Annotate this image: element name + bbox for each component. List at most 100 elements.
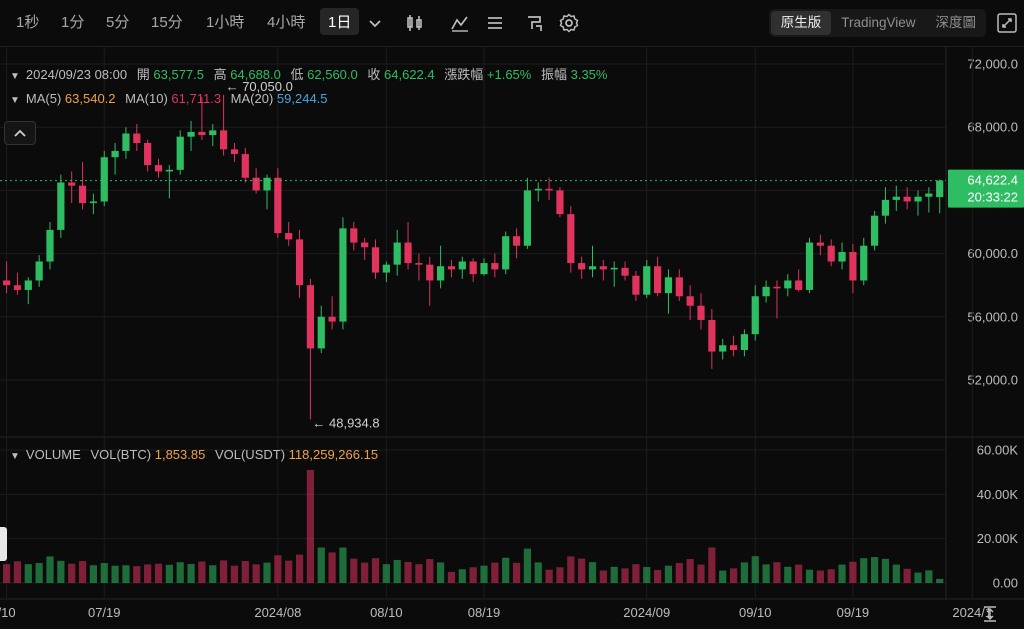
candle-body[interactable]: [729, 345, 738, 350]
candle-body[interactable]: [686, 296, 694, 306]
collapse-legend-button[interactable]: [4, 121, 36, 145]
candle-body[interactable]: [784, 280, 792, 289]
candle-body[interactable]: [697, 305, 705, 320]
candle-body[interactable]: [871, 215, 879, 246]
candle-body[interactable]: [350, 228, 358, 243]
candle-body[interactable]: [719, 345, 727, 352]
candle-body[interactable]: [35, 261, 43, 281]
candle-body[interactable]: [545, 188, 553, 191]
candle-body[interactable]: [382, 264, 390, 273]
candle-body[interactable]: [588, 266, 597, 270]
candle-body[interactable]: [849, 252, 857, 281]
candle-body[interactable]: [762, 286, 770, 297]
candle-body[interactable]: [675, 277, 683, 297]
candle-body[interactable]: [795, 280, 803, 290]
candle-body[interactable]: [198, 131, 206, 136]
candle-body[interactable]: [415, 263, 423, 265]
candle-body[interactable]: [230, 149, 239, 155]
candle-body[interactable]: [903, 196, 911, 202]
candle-body[interactable]: [881, 199, 890, 216]
candle-body[interactable]: [773, 286, 781, 289]
candle-body[interactable]: [13, 285, 22, 290]
candle-body[interactable]: [610, 267, 618, 270]
candle-body[interactable]: [567, 214, 575, 264]
candle-body[interactable]: [664, 277, 673, 294]
candle-body[interactable]: [371, 247, 380, 273]
candle-body[interactable]: [187, 131, 195, 137]
candle-body[interactable]: [480, 263, 488, 275]
chevron-down-icon[interactable]: ▼: [10, 451, 20, 462]
candle-body[interactable]: [263, 177, 271, 191]
candle-body[interactable]: [740, 334, 748, 350]
candle-body[interactable]: [925, 193, 933, 197]
candle-body[interactable]: [936, 180, 944, 198]
candle-body[interactable]: [241, 154, 249, 178]
volume-bar: [404, 561, 412, 583]
candle-body[interactable]: [838, 252, 846, 262]
candle-body[interactable]: [816, 242, 824, 246]
candle-body[interactable]: [89, 201, 97, 204]
candle-body[interactable]: [437, 266, 445, 281]
candle-body[interactable]: [393, 242, 401, 265]
candle-body[interactable]: [578, 263, 586, 270]
candle-body[interactable]: [100, 157, 108, 202]
candle-body[interactable]: [502, 236, 510, 270]
candle-body[interactable]: [426, 264, 434, 281]
candle-body[interactable]: [220, 130, 228, 150]
candle-body[interactable]: [469, 261, 477, 275]
vol-usdt-value: 118,259,266.15: [288, 447, 379, 462]
candle-body[interactable]: [306, 285, 314, 349]
candle-body[interactable]: [892, 196, 900, 200]
candle-body[interactable]: [57, 182, 65, 230]
candle-body[interactable]: [523, 190, 531, 246]
candle-body[interactable]: [111, 150, 119, 158]
chevron-down-icon[interactable]: ▼: [10, 71, 20, 82]
candle-body[interactable]: [165, 169, 173, 172]
candle-body[interactable]: [274, 177, 282, 234]
candle-body[interactable]: [46, 229, 54, 262]
volume-bar: [773, 562, 781, 583]
candle-body[interactable]: [361, 242, 369, 248]
candle-body[interactable]: [751, 296, 759, 335]
candle-body[interactable]: [599, 266, 607, 270]
candle-body[interactable]: [534, 188, 542, 191]
candle-body[interactable]: [122, 133, 130, 151]
candle-body[interactable]: [632, 275, 640, 295]
candle-body[interactable]: [654, 266, 662, 294]
candle-body[interactable]: [491, 263, 499, 270]
candle-body[interactable]: [556, 190, 564, 215]
candle-body[interactable]: [285, 233, 293, 240]
candle-body[interactable]: [3, 280, 11, 286]
candle-body[interactable]: [458, 261, 466, 270]
candle-body[interactable]: [827, 245, 835, 262]
side-panel-handle[interactable]: [0, 527, 7, 561]
candle-body[interactable]: [154, 165, 163, 172]
candle-body[interactable]: [317, 316, 325, 349]
candle-body[interactable]: [447, 266, 456, 270]
candle-body[interactable]: [860, 245, 868, 281]
candle-body[interactable]: [78, 185, 87, 204]
candle-body[interactable]: [404, 242, 412, 264]
candle-body[interactable]: [339, 228, 347, 322]
candle-body[interactable]: [621, 267, 629, 276]
candle-body[interactable]: [252, 177, 260, 191]
candle-body[interactable]: [133, 133, 141, 143]
candle-body[interactable]: [914, 196, 922, 202]
scale-reset-icon[interactable]: [980, 604, 1000, 624]
candle-body[interactable]: [328, 316, 336, 322]
candle-body[interactable]: [209, 130, 217, 136]
candle-body[interactable]: [295, 239, 304, 286]
candle-body[interactable]: [176, 136, 184, 170]
candle-body[interactable]: [24, 280, 32, 290]
candle-body[interactable]: [68, 182, 76, 186]
volume-bar: [371, 558, 380, 583]
candle-body[interactable]: [144, 143, 152, 166]
chevron-down-icon[interactable]: ▼: [10, 95, 20, 106]
candle-body[interactable]: [708, 319, 716, 352]
candle-body[interactable]: [512, 236, 521, 246]
candle-body[interactable]: [643, 266, 651, 295]
volume-bar: [458, 569, 466, 583]
volume-bar: [35, 563, 43, 583]
candle-body[interactable]: [805, 242, 814, 290]
vol-btc-label: VOL(BTC): [90, 447, 152, 462]
